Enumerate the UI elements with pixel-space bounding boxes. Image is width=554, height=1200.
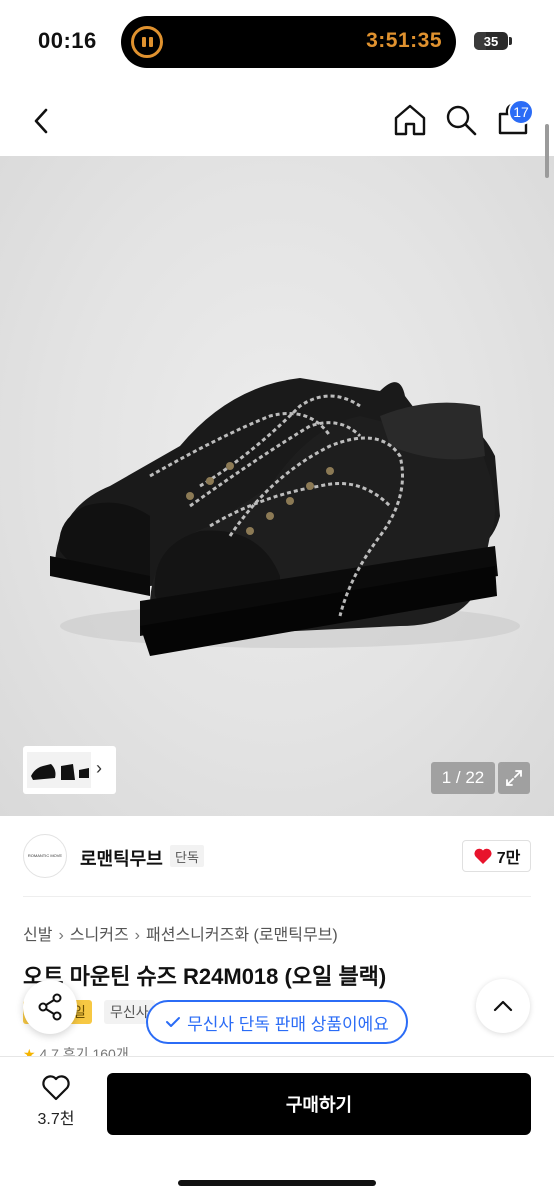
- chevron-up-icon: [493, 1000, 513, 1012]
- back-button[interactable]: [24, 104, 58, 138]
- brand-logo[interactable]: ROMANTIC MOVE: [23, 834, 67, 878]
- scroll-top-button[interactable]: [476, 979, 530, 1033]
- share-icon: [38, 993, 62, 1021]
- thumbnail-image[interactable]: [27, 752, 91, 788]
- exclusive-tag: 단독: [170, 845, 204, 867]
- heart-filled-icon: [474, 848, 492, 864]
- battery-indicator: 35: [474, 32, 508, 50]
- chevron-right-icon: ›: [96, 758, 102, 778]
- share-button[interactable]: [23, 980, 77, 1034]
- breadcrumb: 신발 › 스니커즈 › 패션스니커즈화 (로맨틱무브): [23, 921, 338, 945]
- shoes-photo: [50, 378, 520, 656]
- wishlist-button[interactable]: 3.7천: [28, 1074, 84, 1134]
- breadcrumb-item[interactable]: (로맨틱무브): [254, 927, 338, 944]
- brand-logo-text: ROMANTIC MOVE: [27, 852, 63, 858]
- exclusive-toast: 무신사 단독 판매 상품이에요: [146, 1000, 408, 1044]
- divider: [23, 896, 531, 897]
- expand-icon: [506, 770, 522, 786]
- home-indicator[interactable]: [178, 1180, 376, 1186]
- image-page-counter: 1 / 22: [431, 762, 495, 794]
- battery-percent: 35: [483, 33, 499, 49]
- toast-text: 무신사 단독 판매 상품이에요: [187, 1014, 389, 1034]
- chevron-left-icon: [34, 108, 48, 134]
- breadcrumb-separator-icon: ›: [134, 927, 140, 944]
- status-time: 00:16: [38, 28, 97, 53]
- brand-like-count: 7만: [496, 850, 521, 867]
- cart-count-badge: 17: [508, 99, 534, 125]
- battery-tip: [509, 37, 512, 45]
- breadcrumb-item[interactable]: 패션스니커즈화: [146, 927, 249, 944]
- search-button[interactable]: [443, 102, 479, 138]
- product-title: 오트 마운틴 슈즈 R24M018 (오일 블랙): [23, 964, 387, 989]
- expand-image-button[interactable]: [498, 762, 530, 794]
- brand-name[interactable]: 로맨틱무브: [80, 845, 163, 871]
- home-icon: [394, 104, 426, 136]
- thumbnail-shoes: [31, 764, 89, 780]
- island-timer: 3:51:35: [366, 29, 442, 52]
- brand-like-button[interactable]: 7만: [462, 840, 531, 872]
- home-button[interactable]: [392, 102, 428, 138]
- check-icon: [166, 1017, 181, 1027]
- product-image[interactable]: [0, 156, 554, 816]
- breadcrumb-item[interactable]: 스니커즈: [70, 927, 129, 944]
- search-icon: [446, 105, 477, 136]
- page-scrollbar[interactable]: [545, 124, 549, 178]
- buy-button[interactable]: 구매하기: [107, 1073, 531, 1135]
- timer-pause-icon: [131, 26, 163, 58]
- wishlist-count: 3.7천: [37, 1111, 75, 1128]
- breadcrumb-separator-icon: ›: [58, 927, 64, 944]
- heart-outline-icon: [42, 1075, 70, 1101]
- breadcrumb-item[interactable]: 신발: [23, 927, 52, 944]
- dynamic-island[interactable]: 3:51:35: [121, 16, 456, 68]
